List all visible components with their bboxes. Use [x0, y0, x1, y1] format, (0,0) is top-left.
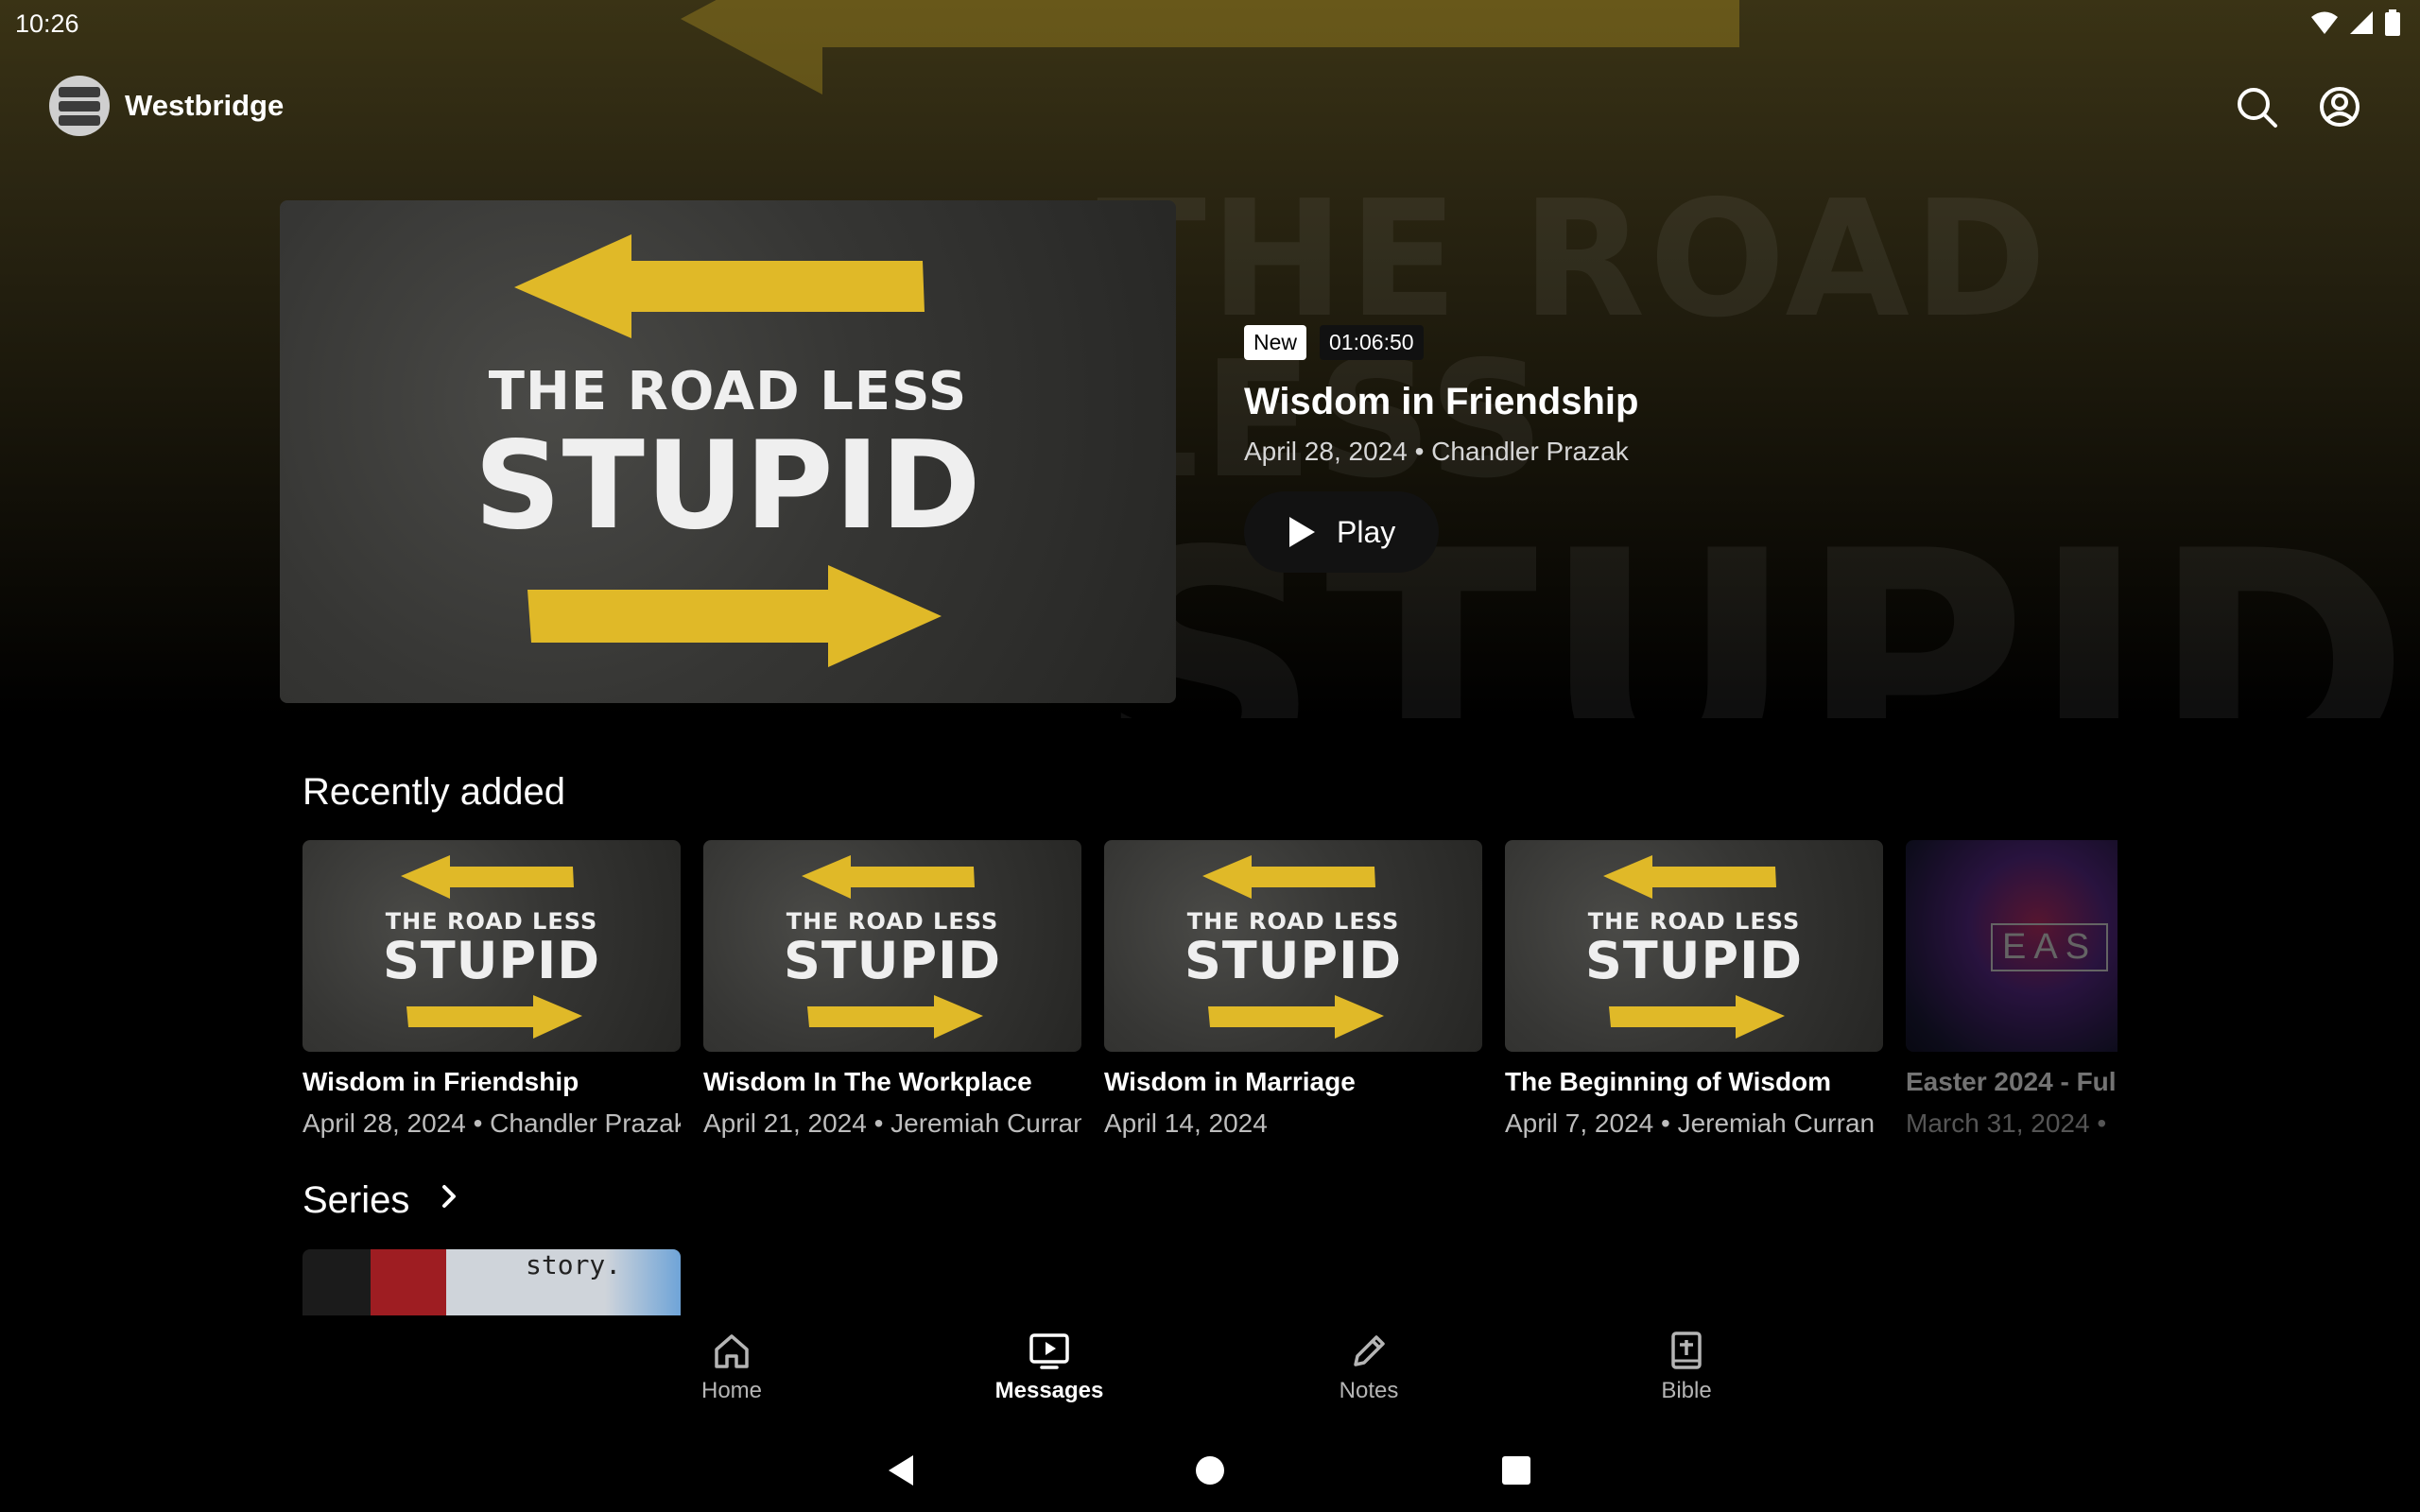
bible-icon: [1671, 1332, 1702, 1369]
back-icon[interactable]: [879, 1448, 925, 1493]
message-thumbnail: THE ROAD LESS STUPID: [1505, 840, 1883, 1052]
bottom-navigation: Home Messages Notes Bible: [0, 1315, 2420, 1427]
message-card[interactable]: EAS Easter 2024 - Full March 31, 2024 •: [1906, 840, 2118, 1139]
message-title: Easter 2024 - Full: [1906, 1067, 2118, 1096]
message-card[interactable]: THE ROAD LESS STUPID Wisdom In The Workp…: [703, 840, 1081, 1139]
nav-bible[interactable]: Bible: [1592, 1331, 1781, 1404]
status-icons: [2310, 9, 2401, 36]
card-art-line2: STUPID: [1184, 931, 1403, 990]
series-card[interactable]: story.: [302, 1249, 681, 1315]
nav-bible-label: Bible: [1661, 1378, 1712, 1403]
chevron-right-icon[interactable]: [437, 1184, 461, 1209]
card-art-line2: STUPID: [783, 931, 1002, 990]
message-title: Wisdom in Friendship: [302, 1067, 579, 1096]
message-meta: April 7, 2024 • Jeremiah Curran: [1505, 1108, 1876, 1138]
signal-icon: [2350, 11, 2373, 34]
hero-badges: New 01:06:50: [1244, 325, 1962, 360]
recently-added-title: Recently added: [302, 771, 565, 813]
message-thumbnail: THE ROAD LESS STUPID: [302, 840, 681, 1052]
message-meta: April 28, 2024 • Chandler Prazak: [302, 1108, 681, 1138]
wifi-icon: [2311, 11, 2338, 34]
nav-notes[interactable]: Notes: [1274, 1331, 1463, 1404]
message-card[interactable]: THE ROAD LESS STUPID Wisdom in Marriage …: [1104, 840, 1482, 1139]
card-art-line2: STUPID: [1584, 931, 1804, 990]
message-card[interactable]: THE ROAD LESS STUPID Wisdom in Friendshi…: [302, 840, 681, 1139]
message-title: Wisdom In The Workplace: [703, 1067, 1032, 1096]
message-thumbnail: THE ROAD LESS STUPID: [703, 840, 1081, 1052]
message-meta: March 31, 2024 •: [1906, 1108, 2107, 1138]
home-icon: [715, 1334, 749, 1368]
duration-badge: 01:06:50: [1320, 325, 1424, 360]
search-icon[interactable]: [2235, 85, 2278, 129]
system-navigation-bar: [0, 1427, 2420, 1512]
message-title: Wisdom in Marriage: [1104, 1067, 1356, 1096]
hero-title: Wisdom in Friendship: [1244, 381, 1639, 422]
play-icon: [1289, 517, 1315, 547]
app-title: Westbridge: [125, 89, 285, 122]
nav-messages[interactable]: Messages: [955, 1331, 1144, 1404]
westbridge-logo-icon[interactable]: [49, 76, 110, 136]
new-badge: New: [1244, 325, 1307, 360]
hero-art-line1: THE ROAD LESS: [488, 361, 968, 422]
nav-home[interactable]: Home: [637, 1331, 826, 1404]
card-art-line2: STUPID: [382, 931, 601, 990]
recently-added-carousel[interactable]: THE ROAD LESS STUPID Wisdom in Friendshi…: [302, 840, 2118, 1143]
hero-artwork[interactable]: THE ROAD LESS STUPID: [280, 200, 1176, 703]
status-time: 10:26: [15, 9, 79, 38]
nav-home-label: Home: [700, 1378, 763, 1403]
nav-notes-label: Notes: [1339, 1378, 1399, 1403]
messages-icon: [1029, 1333, 1069, 1369]
message-thumbnail: EAS: [1906, 840, 2118, 1052]
home-circle-icon[interactable]: [1187, 1448, 1233, 1493]
status-bar: 10:26: [0, 0, 2420, 45]
message-card[interactable]: THE ROAD LESS STUPID The Beginning of Wi…: [1505, 840, 1883, 1139]
series-title[interactable]: Series: [302, 1179, 409, 1222]
battery-icon: [2385, 9, 2400, 36]
top-app-bar: Westbridge: [0, 66, 2420, 146]
pencil-icon: [1354, 1335, 1385, 1366]
easter-art-word: EAS: [1991, 923, 2109, 971]
account-icon[interactable]: [2318, 85, 2361, 129]
message-thumbnail: THE ROAD LESS STUPID: [1104, 840, 1482, 1052]
nav-messages-label: Messages: [994, 1378, 1104, 1403]
message-meta: April 14, 2024: [1104, 1108, 1268, 1138]
series-art-text: story.: [526, 1249, 622, 1280]
play-button-label: Play: [1337, 514, 1396, 549]
play-button[interactable]: Play: [1244, 491, 1440, 573]
message-title: The Beginning of Wisdom: [1505, 1067, 1832, 1096]
app-screen: THE ROAD LESS STUPID 10:26 Westbridge TH…: [0, 0, 2420, 1512]
hero-info: New 01:06:50 Wisdom in Friendship April …: [1244, 325, 1962, 573]
hero-art-line2: STUPID: [474, 416, 982, 557]
hero-meta: April 28, 2024 • Chandler Prazak: [1244, 437, 1629, 466]
recents-icon[interactable]: [1494, 1448, 1539, 1493]
message-meta: April 21, 2024 • Jeremiah Curran: [703, 1108, 1081, 1138]
